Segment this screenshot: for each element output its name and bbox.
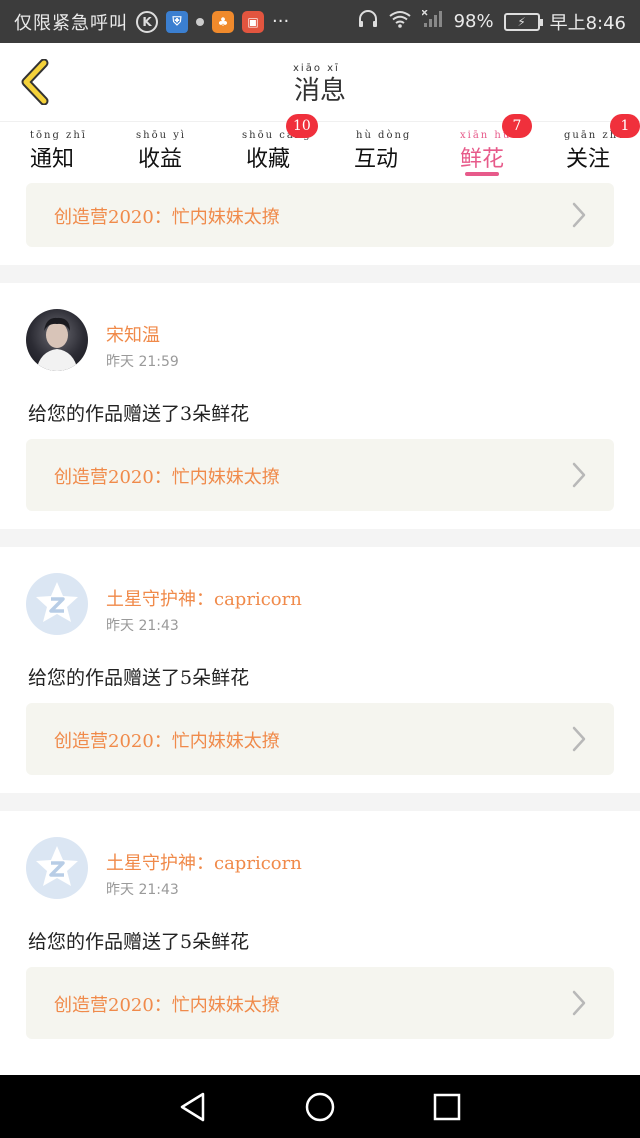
battery-icon: ⚡ [503,12,543,31]
status-right: 98% ⚡ 早上8:46 [358,9,626,35]
signal-icon [421,9,444,33]
work-title: 创造营2020：忙内妹妹太撩 [54,207,280,228]
tab-pinyin: tōng zhī [30,130,87,141]
flowers-badge: 7 [502,114,532,138]
status-left: 仅限紧急呼叫 K ⛨ ♣ ▣ ··· [14,9,358,35]
home-nav-button[interactable] [300,1087,340,1127]
tab-favorites[interactable]: shōu cáng 收藏 10 [218,114,318,180]
k-icon: K [136,10,158,33]
work-link[interactable]: 创造营2020：忙内妹妹太撩 [26,967,614,1039]
tab-flowers[interactable]: xiān huā 鲜花 7 [432,114,532,180]
favorites-badge: 10 [286,114,318,138]
circle-home-icon [305,1092,335,1121]
tab-bar: tōng zhī 通知 shōu yì 收益 shōu cáng 收藏 10 h… [0,114,640,180]
avatar[interactable] [26,573,88,635]
carrier-text: 仅限紧急呼叫 [14,12,128,34]
dot-icon [196,17,204,26]
battery-percent: 98% [453,11,494,32]
list-item [0,1057,640,1075]
following-badge: 1 [610,114,640,138]
game-app-icon: ▣ [242,10,264,33]
tab-interactions[interactable]: hù dòng 互动 [326,122,426,180]
work-title: 创造营2020：忙内妹妹太撩 [54,467,280,488]
default-avatar-icon [36,582,78,622]
chevron-right-icon [572,462,586,488]
tab-pinyin: shōu yì [136,130,187,141]
chevron-right-icon [572,990,586,1016]
flower-message-list: 创造营2020：忙内妹妹太撩 宋知温 昨天 21:59 给您的作品赠送了3朵鲜花… [0,179,640,1075]
status-bar: 仅限紧急呼叫 K ⛨ ♣ ▣ ··· 98% ⚡ 早上8:46 [0,0,640,43]
more-notifications-icon: ··· [272,11,290,32]
username[interactable]: 土星守护神：capricorn [106,849,302,875]
work-title: 创造营2020：忙内妹妹太撩 [54,731,280,752]
recents-nav-button[interactable] [427,1087,467,1127]
squirrel-app-icon: ♣ [212,10,234,33]
list-item: 土星守护神：capricorn 昨天 21:43 给您的作品赠送了5朵鲜花 创造… [0,547,640,793]
tab-earnings[interactable]: shōu yì 收益 [110,122,210,180]
header: xiāo xī 消息 [0,43,640,121]
system-nav-bar [0,1075,640,1138]
list-item: 土星守护神：capricorn 昨天 21:43 给您的作品赠送了5朵鲜花 创造… [0,811,640,1057]
square-recents-icon [433,1093,460,1120]
tab-notifications[interactable]: tōng zhī 通知 [2,122,102,180]
default-avatar-icon [36,846,78,886]
page-title: 消息 [293,75,346,106]
timestamp: 昨天 21:43 [106,882,179,898]
gift-message: 给您的作品赠送了5朵鲜花 [28,931,250,953]
timestamp: 昨天 21:43 [106,618,179,634]
clock: 早上8:46 [549,12,626,34]
chevron-right-icon [572,726,586,752]
list-item: 宋知温 昨天 21:59 给您的作品赠送了3朵鲜花 创造营2020：忙内妹妹太撩 [0,283,640,529]
avatar[interactable] [26,837,88,899]
triangle-back-icon [181,1092,205,1121]
tab-pinyin: hù dòng [356,130,412,141]
chevron-right-icon [572,202,586,228]
username[interactable]: 宋知温 [106,321,160,347]
timestamp: 昨天 21:59 [106,354,179,370]
work-title: 创造营2020：忙内妹妹太撩 [54,995,280,1016]
shield-icon: ⛨ [166,10,188,33]
avatar[interactable] [26,309,88,371]
active-tab-indicator [465,172,499,176]
work-link[interactable]: 创造营2020：忙内妹妹太撩 [26,183,614,247]
wifi-icon [388,10,412,33]
user-photo [36,317,78,371]
gift-message: 给您的作品赠送了3朵鲜花 [28,403,250,425]
headphones-icon [358,10,378,33]
back-nav-button[interactable] [173,1087,213,1127]
list-item: 创造营2020：忙内妹妹太撩 [0,179,640,265]
work-link[interactable]: 创造营2020：忙内妹妹太撩 [26,703,614,775]
work-link[interactable]: 创造营2020：忙内妹妹太撩 [26,439,614,511]
tab-following[interactable]: guān zhù 关注 1 [538,114,640,180]
username[interactable]: 土星守护神：capricorn [106,585,302,611]
gift-message: 给您的作品赠送了5朵鲜花 [28,667,250,689]
